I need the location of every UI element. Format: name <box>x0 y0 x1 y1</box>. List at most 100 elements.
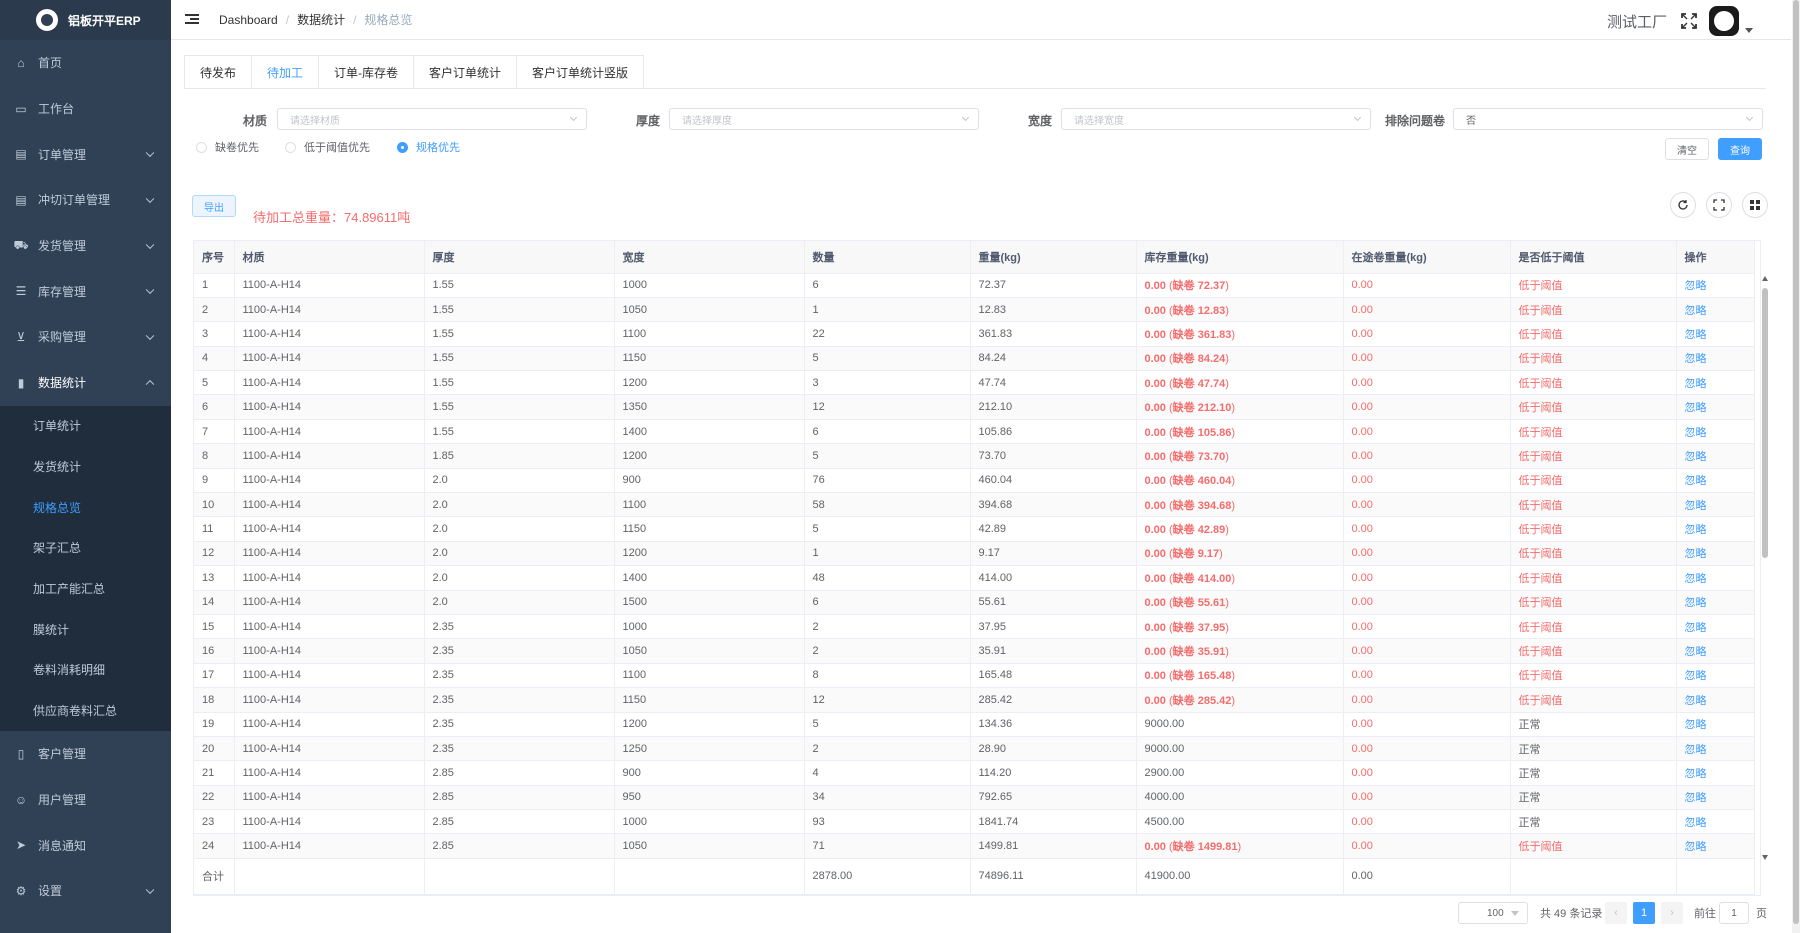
sidebar-item-9[interactable]: ☺ 用户管理 <box>0 777 171 823</box>
table-cell: 1499.81 <box>970 833 1137 859</box>
ignore-link[interactable]: 忽略 <box>1676 346 1755 372</box>
scroll-down-icon[interactable] <box>1762 855 1768 860</box>
columns-button[interactable] <box>1742 192 1768 218</box>
table-scrollbar[interactable] <box>1761 276 1769 860</box>
ignore-link[interactable]: 忽略 <box>1676 638 1755 664</box>
material-select[interactable]: 请选择材质 <box>277 108 587 130</box>
ignore-link[interactable]: 忽略 <box>1676 516 1755 542</box>
ignore-link[interactable]: 忽略 <box>1676 468 1755 494</box>
sidebar-item-6[interactable]: ⊻ 采购管理 <box>0 314 171 360</box>
radio-threshold-first[interactable]: 低于阈值优先 <box>285 139 370 155</box>
ignore-link[interactable]: 忽略 <box>1676 712 1755 737</box>
scroll-up-icon[interactable] <box>1762 276 1768 281</box>
ignore-link[interactable]: 忽略 <box>1676 590 1755 615</box>
tab-divider <box>184 88 1766 89</box>
ignore-link[interactable]: 忽略 <box>1676 760 1755 786</box>
submenu-item[interactable]: 规格总览 <box>0 487 171 528</box>
table-cell: 1050 <box>614 833 805 859</box>
submenu-item[interactable]: 膜统计 <box>0 609 171 650</box>
ignore-link[interactable]: 忽略 <box>1676 321 1755 347</box>
tab-item[interactable]: 待发布 <box>185 56 253 89</box>
table-cell: 1000 <box>614 614 805 640</box>
thickness-select[interactable]: 请选择厚度 <box>669 108 979 130</box>
submenu-item[interactable]: 供应商卷料汇总 <box>0 690 171 731</box>
scroll-thumb[interactable] <box>1762 288 1768 558</box>
column-header: 库存重量(kg) <box>1136 241 1344 274</box>
table-cell: 48 <box>804 565 971 591</box>
radio-spec-first[interactable]: 规格优先 <box>397 139 460 155</box>
sidebar-item-0[interactable]: ⌂ 首页 <box>0 40 171 86</box>
sidebar-item-11[interactable]: ⚙ 设置 <box>0 868 171 914</box>
radio-shortage-first[interactable]: 缺卷优先 <box>196 139 259 155</box>
submenu-item[interactable]: 架子汇总 <box>0 528 171 569</box>
submenu-item[interactable]: 卷料消耗明细 <box>0 650 171 691</box>
ignore-link[interactable]: 忽略 <box>1676 419 1755 445</box>
table-cell: 1.55 <box>424 321 615 347</box>
fullscreen-icon[interactable] <box>1681 13 1697 29</box>
ignore-link[interactable]: 忽略 <box>1676 492 1755 518</box>
tab-item[interactable]: 订单-库存卷 <box>319 56 415 89</box>
breadcrumb-dashboard[interactable]: Dashboard <box>219 13 278 27</box>
tab-item[interactable]: 待加工 <box>252 56 320 89</box>
ignore-link[interactable]: 忽略 <box>1676 273 1755 298</box>
exclude-select[interactable]: 否 <box>1453 108 1763 130</box>
submenu-item[interactable]: 订单统计 <box>0 406 171 447</box>
sidebar-item-5[interactable]: ☰ 库存管理 <box>0 268 171 314</box>
table-cell: 1150 <box>614 516 805 542</box>
clear-button[interactable]: 清空 <box>1665 138 1709 160</box>
page-number-button[interactable]: 1 <box>1633 902 1655 924</box>
stock-value: 0.00 <box>1144 353 1166 366</box>
refresh-button[interactable] <box>1670 192 1696 218</box>
ignore-link[interactable]: 忽略 <box>1676 809 1755 835</box>
page-size-select[interactable]: 100 <box>1458 902 1528 924</box>
submenu-item[interactable]: 发货统计 <box>0 446 171 487</box>
ignore-link[interactable]: 忽略 <box>1676 614 1755 640</box>
ignore-link[interactable]: 忽略 <box>1676 297 1755 323</box>
ignore-link[interactable]: 忽略 <box>1676 443 1755 469</box>
submenu-item[interactable]: 加工产能汇总 <box>0 568 171 609</box>
user-avatar[interactable] <box>1709 6 1739 36</box>
query-button[interactable]: 查询 <box>1718 138 1762 160</box>
sidebar-item-2[interactable]: ▤ 订单管理 <box>0 131 171 177</box>
width-select[interactable]: 请选择宽度 <box>1061 108 1371 130</box>
tab-item[interactable]: 客户订单统计 <box>414 56 518 89</box>
caret-down-icon[interactable] <box>1745 27 1753 33</box>
ignore-link[interactable]: 忽略 <box>1676 833 1755 859</box>
prev-page-button[interactable]: ‹ <box>1605 902 1627 924</box>
ignore-link[interactable]: 忽略 <box>1676 687 1755 713</box>
sidebar-item-label: 库存管理 <box>38 284 87 299</box>
sidebar-item-10[interactable]: ➤ 消息通知 <box>0 822 171 868</box>
sidebar-item-4[interactable]: ⛟ 发货管理 <box>0 223 171 269</box>
sidebar-item-label: 冲切订单管理 <box>38 193 111 208</box>
stock-value: 0.00 <box>1144 572 1166 585</box>
fullscreen-table-button[interactable] <box>1706 192 1732 218</box>
table-row: 15 1100-A-H14 2.35 1000 2 37.95 0.00 (缺卷 37.95… <box>194 614 1755 640</box>
table-row: 7 1100-A-H14 1.55 1400 6 105.86 0.00 (缺卷 105.8… <box>194 419 1755 445</box>
goto-page-input[interactable] <box>1719 902 1749 924</box>
page-scroll-thumb[interactable] <box>1793 0 1799 924</box>
stock-value: 4000.00 <box>1144 791 1185 804</box>
ignore-link[interactable]: 忽略 <box>1676 663 1755 689</box>
ignore-link[interactable]: 忽略 <box>1676 370 1755 396</box>
ignore-link[interactable]: 忽略 <box>1676 785 1755 811</box>
ignore-link[interactable]: 忽略 <box>1676 565 1755 591</box>
page-size-value: 100 <box>1487 907 1504 919</box>
table-cell: 1000 <box>614 809 805 835</box>
ignore-link[interactable]: 忽略 <box>1676 541 1755 567</box>
ignore-link[interactable]: 忽略 <box>1676 736 1755 762</box>
column-header: 操作 <box>1676 241 1755 274</box>
next-page-button[interactable]: › <box>1661 902 1683 924</box>
brand[interactable]: 铝板开平ERP <box>0 0 171 40</box>
table-cell: 1100-A-H14 <box>234 833 425 859</box>
table-cell: 1.55 <box>424 346 615 372</box>
table-row: 14 1100-A-H14 2.0 1500 6 55.61 0.00 (缺卷 55.61)… <box>194 590 1755 615</box>
page-scrollbar[interactable] <box>1792 0 1800 933</box>
tab-item[interactable]: 客户订单统计竖版 <box>517 56 643 89</box>
sidebar-item-8[interactable]: ▯ 客户管理 <box>0 731 171 777</box>
sidebar-item-7[interactable]: ▮ 数据统计 <box>0 360 171 406</box>
hamburger-icon[interactable] <box>185 14 199 25</box>
sidebar-item-1[interactable]: ▭ 工作台 <box>0 86 171 132</box>
sidebar-item-3[interactable]: ▤ 冲切订单管理 <box>0 177 171 223</box>
export-button[interactable]: 导出 <box>192 195 236 217</box>
ignore-link[interactable]: 忽略 <box>1676 394 1755 420</box>
